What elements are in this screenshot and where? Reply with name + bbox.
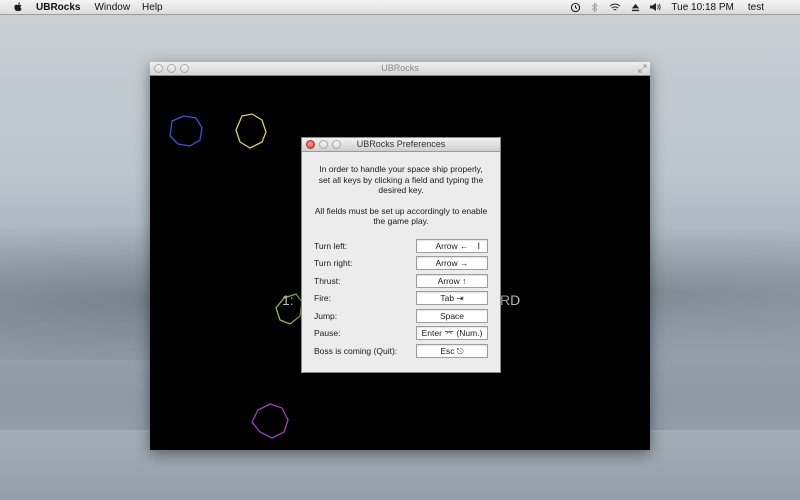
turn-left-label: Turn left: (314, 240, 348, 251)
binding-turn-left: Turn left: Arrow ← I (314, 238, 488, 253)
minimize-button[interactable] (167, 64, 176, 73)
binding-pause: Pause: Enter ⌤ (Num.) (314, 326, 488, 340)
preferences-titlebar[interactable]: UBRocks Preferences (302, 138, 500, 152)
fullscreen-icon[interactable] (638, 64, 647, 73)
menu-help[interactable]: Help (142, 2, 163, 13)
menu-bar: UBRocks Window Help Tue 10:18 PM test (0, 0, 800, 15)
game-window-title: UBRocks (381, 63, 419, 73)
text-cursor-icon: I (477, 240, 480, 251)
preferences-title: UBRocks Preferences (356, 139, 446, 149)
thrust-label: Thrust: (314, 275, 341, 286)
asteroid-yellow (235, 113, 267, 149)
jump-label: Jump: (314, 310, 338, 321)
asteroid-purple (251, 403, 289, 439)
pause-field[interactable]: Enter ⌤ (Num.) (416, 326, 488, 340)
fire-field[interactable]: Tab ⇥ (416, 291, 488, 305)
key-bindings: Turn left: Arrow ← I Turn right: Arrow →… (314, 238, 488, 358)
turn-right-field[interactable]: Arrow → (416, 256, 488, 270)
jump-field[interactable]: Space (416, 308, 488, 323)
binding-turn-right: Turn right: Arrow → (314, 256, 488, 270)
volume-icon[interactable] (649, 2, 662, 13)
requirement-text: All fields must be set up accordingly to… (314, 205, 488, 227)
menu-app-name[interactable]: UBRocks (36, 2, 80, 13)
preferences-body: In order to handle your space ship prope… (302, 152, 500, 358)
minimize-button[interactable] (319, 140, 328, 149)
thrust-field[interactable]: Arrow ↑ (416, 273, 488, 288)
binding-quit: Boss is coming (Quit): Esc ⎋ (314, 343, 488, 358)
quit-field[interactable]: Esc ⎋ (416, 343, 488, 358)
turn-left-value: Arrow ← (435, 240, 469, 251)
menu-clock[interactable]: Tue 10:18 PM (671, 2, 733, 13)
close-button[interactable] (154, 64, 163, 73)
eject-icon[interactable] (629, 2, 641, 13)
quit-label: Boss is coming (Quit): (314, 345, 398, 356)
binding-fire: Fire: Tab ⇥ (314, 291, 488, 305)
high-score-label: RD (500, 292, 521, 308)
zoom-button[interactable] (180, 64, 189, 73)
pause-label: Pause: (314, 328, 341, 338)
turn-right-label: Turn right: (314, 258, 353, 268)
time-machine-icon[interactable] (569, 2, 581, 13)
binding-thrust: Thrust: Arrow ↑ (314, 273, 488, 288)
preferences-window: UBRocks Preferences In order to handle y… (301, 137, 501, 373)
close-button[interactable] (306, 140, 315, 149)
turn-left-field[interactable]: Arrow ← I (416, 238, 488, 253)
menu-extras: Tue 10:18 PM test (569, 0, 800, 14)
apple-icon[interactable] (10, 1, 26, 13)
game-window-titlebar[interactable]: UBRocks (150, 62, 650, 76)
zoom-button[interactable] (332, 140, 341, 149)
preferences-controls (306, 140, 341, 149)
wifi-icon[interactable] (609, 2, 621, 13)
asteroid-blue (169, 115, 203, 147)
bluetooth-icon[interactable] (589, 1, 601, 13)
game-window-controls (154, 64, 189, 73)
intro-text: In order to handle your space ship prope… (318, 164, 484, 195)
fire-label: Fire: (314, 293, 331, 303)
player-score: 1: (282, 292, 294, 308)
menu-user[interactable]: test (748, 2, 764, 13)
menu-window[interactable]: Window (94, 2, 130, 13)
binding-jump: Jump: Space (314, 308, 488, 323)
